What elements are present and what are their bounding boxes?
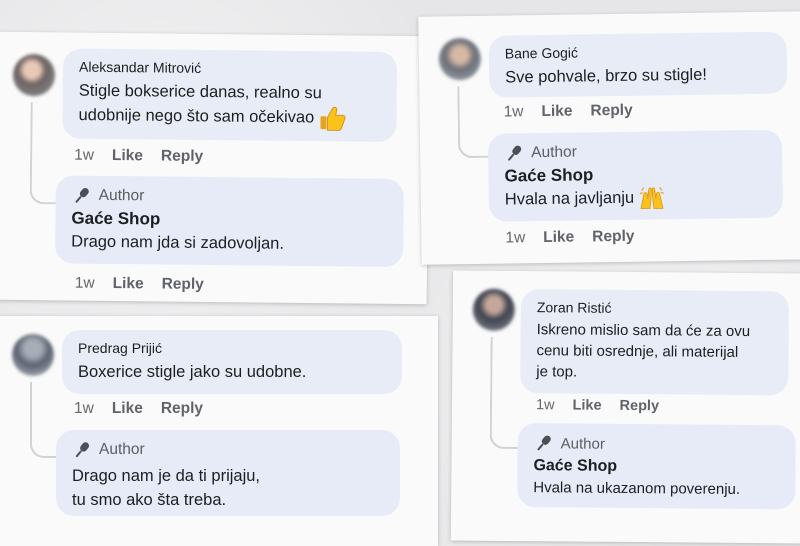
commenter-name[interactable]: Zoran Ristić — [537, 299, 773, 317]
comment-text-line2: udobnije nego što sam očekivao — [78, 103, 380, 132]
author-badge-label: Author — [560, 434, 605, 453]
author-badge: Author — [534, 433, 780, 455]
comment-text: Sve pohvale, brzo su stigle! — [505, 65, 708, 87]
reply-actions: 1w Like Reply — [75, 275, 204, 294]
reply-button[interactable]: Reply — [161, 400, 203, 418]
microphone-icon — [75, 442, 90, 458]
microphone-icon — [75, 187, 89, 203]
comment-time: 1w — [503, 103, 524, 121]
reply-text-line2: tu smo ako šta treba. — [72, 491, 227, 509]
reply-text-line1: Drago nam je da ti prijaju, — [72, 467, 261, 485]
comment-time: 1w — [74, 400, 94, 417]
reply-text: Hvala na javljanju — [505, 184, 767, 212]
author-badge-label: Author — [98, 186, 145, 205]
comment-actions: 1w Like Reply — [74, 147, 203, 166]
comment-actions: 1w Like Reply — [74, 400, 203, 418]
comment-actions: 1w Like Reply — [536, 397, 659, 414]
reply-time: 1w — [74, 274, 95, 292]
comment-text-line2: cenu biti osrednje, ali materijal — [536, 342, 739, 361]
comment-card-zoran: Zoran Ristić Iskreno mislio sam da će za… — [450, 270, 800, 544]
author-badge: Author — [72, 440, 384, 460]
comment-text-line1: Iskreno mislio sam da će za ovu — [536, 321, 751, 341]
microphone-icon — [508, 145, 522, 161]
author-reply-bubble: Author Gaće Shop Hvala na javljanju — [487, 129, 784, 222]
comment-bubble: Zoran Ristić Iskreno mislio sam da će za… — [520, 289, 790, 396]
reply-button[interactable]: Reply — [592, 228, 634, 247]
author-reply-bubble: Author Drago nam je da ti prijaju, tu sm… — [56, 430, 400, 516]
avatar[interactable] — [12, 334, 54, 376]
comment-text-line1: Stigle bokserice danas, realno su — [78, 81, 322, 103]
reply-button[interactable]: Reply — [162, 276, 204, 294]
comment-bubble: Aleksandar Mitrović Stigle bokserice dan… — [62, 48, 398, 142]
comment-text-line3: je top. — [536, 363, 578, 381]
reply-text: Drago nam jda si zadovoljan. — [71, 232, 285, 253]
comment-bubble: Predrag Prijić Boxerice stigle jako su u… — [62, 330, 402, 394]
author-badge-label: Author — [531, 143, 577, 162]
raising-hands-icon — [639, 186, 665, 209]
commenter-name[interactable]: Predrag Prijić — [78, 340, 386, 356]
reply-time: 1w — [505, 229, 526, 247]
commenter-name[interactable]: Aleksandar Mitrović — [79, 59, 381, 78]
avatar[interactable] — [438, 37, 482, 81]
thumbs-up-icon — [320, 106, 346, 131]
avatar[interactable] — [12, 53, 56, 97]
author-reply-bubble: Author Gaće Shop Hvala na ukazanom pover… — [517, 423, 796, 510]
like-button[interactable]: Like — [112, 400, 143, 418]
like-button[interactable]: Like — [541, 103, 572, 121]
avatar[interactable] — [472, 288, 516, 331]
comment-card-predrag: Predrag Prijić Boxerice stigle jako su u… — [0, 316, 438, 546]
comment-text: Boxerice stigle jako su udobne. — [78, 363, 307, 381]
comment-card-bane: Bane Gogić Sve pohvale, brzo su stigle! … — [418, 11, 800, 265]
reply-button[interactable]: Reply — [620, 398, 660, 414]
reply-thread-line — [457, 85, 493, 159]
author-badge-label: Author — [99, 441, 145, 458]
author-badge: Author — [72, 186, 388, 209]
like-button[interactable]: Like — [572, 397, 601, 413]
like-button[interactable]: Like — [112, 147, 143, 165]
reply-button[interactable]: Reply — [590, 102, 632, 121]
author-reply-bubble: Author Gaće Shop Drago nam jda si zadovo… — [54, 175, 404, 268]
comment-card-aleksandar: Aleksandar Mitrović Stigle bokserice dan… — [0, 31, 430, 305]
commenter-name[interactable]: Bane Gogić — [505, 42, 771, 61]
shop-name[interactable]: Gaće Shop — [533, 455, 779, 479]
like-button[interactable]: Like — [113, 275, 144, 293]
comment-time: 1w — [74, 146, 95, 164]
comment-actions: 1w Like Reply — [504, 102, 633, 122]
reply-thread-line — [30, 382, 58, 458]
reply-button[interactable]: Reply — [161, 147, 203, 165]
comment-time: 1w — [535, 397, 555, 414]
like-button[interactable]: Like — [543, 229, 574, 247]
reply-actions: 1w Like Reply — [505, 228, 634, 248]
microphone-icon — [537, 435, 551, 451]
reply-text: Hvala na ukazanom poverenju. — [533, 479, 741, 498]
comment-bubble: Bane Gogić Sve pohvale, brzo su stigle! — [488, 31, 788, 98]
author-badge: Author — [504, 140, 766, 164]
